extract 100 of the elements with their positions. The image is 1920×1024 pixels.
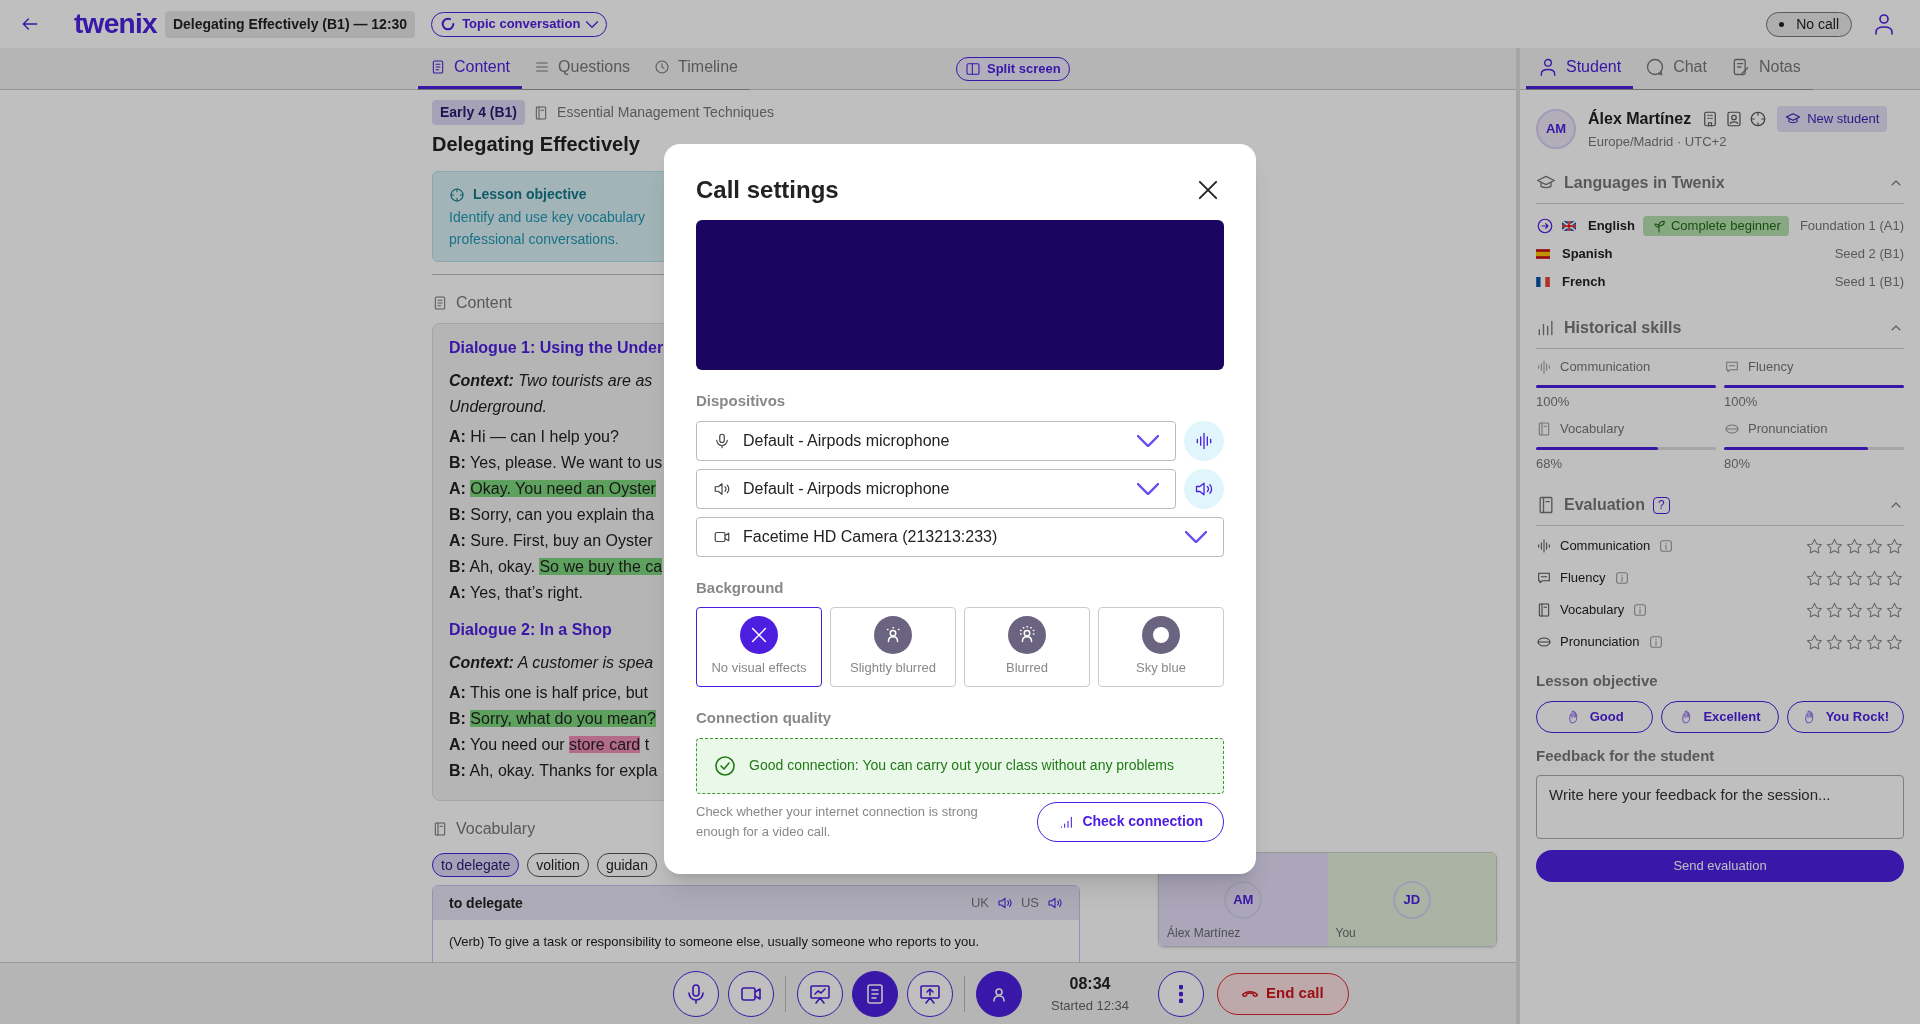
phone-icon — [1242, 990, 1259, 997]
context-text: Context: A customer is spea — [449, 653, 654, 673]
book-icon — [1536, 420, 1552, 437]
star-icon[interactable] — [1885, 568, 1904, 588]
sound-wave-icon — [1536, 538, 1552, 554]
participant-name: You — [1335, 925, 1356, 942]
info-icon — [1658, 538, 1675, 554]
content-tab[interactable]: Timeline — [642, 48, 750, 89]
dialogue-line: A: Yes, that’s right. — [449, 583, 583, 603]
profile-button[interactable] — [1872, 12, 1896, 36]
target-icon — [449, 186, 465, 203]
definition-text: (Verb) To give a task or responsibility to someone else, usually someone who reports to you. — [448, 933, 981, 951]
star-icon[interactable] — [1805, 632, 1824, 652]
background-option[interactable]: No visual effects — [696, 607, 822, 687]
call-control-button[interactable] — [673, 970, 719, 1017]
play-audio-button[interactable] — [1047, 895, 1063, 911]
book-icon — [432, 821, 448, 837]
chevron-down-icon — [586, 20, 599, 28]
objective-text: Identify and use key vocabulary — [449, 208, 647, 227]
vocabulary-chip[interactable]: guidan — [596, 853, 657, 877]
star-icon[interactable] — [1805, 568, 1824, 588]
play-audio-button[interactable] — [996, 895, 1013, 911]
student-badge: New student — [1777, 106, 1888, 132]
field-label: Feedback for the student — [1536, 745, 1716, 766]
star-icon[interactable] — [1825, 632, 1844, 652]
dialogue-line: A: Okay. You need an Oyster — [449, 479, 656, 499]
star-icon[interactable] — [1885, 536, 1904, 556]
star-icon[interactable] — [1865, 600, 1884, 620]
language-level: Seed 1 (B1) — [1834, 273, 1904, 292]
side-tab[interactable]: Notas — [1718, 48, 1813, 89]
device-dropdown[interactable]: Facetime HD Camera (213213:233) — [696, 516, 1224, 557]
star-icon[interactable] — [1845, 568, 1864, 588]
vocabulary-chip[interactable]: to delegate — [432, 853, 520, 877]
star-icon[interactable] — [1845, 632, 1864, 652]
speaker-icon — [1047, 895, 1063, 911]
call-status-pill: No call — [1766, 11, 1852, 37]
call-control-button[interactable] — [797, 970, 843, 1017]
background-option[interactable]: Sky blue — [1098, 607, 1224, 687]
call-control-button[interactable] — [976, 970, 1022, 1017]
star-icon[interactable] — [1825, 600, 1844, 620]
device-dropdown[interactable]: Default - Airpods microphone — [696, 420, 1176, 461]
avatar: AM — [1224, 880, 1263, 919]
star-icon[interactable] — [1885, 632, 1904, 652]
background-option[interactable]: Blurred — [964, 607, 1090, 687]
skill-name: Fluency — [1748, 358, 1794, 376]
user-icon — [1538, 57, 1558, 77]
criterion-name: Vocabulary — [1560, 601, 1625, 620]
background-option[interactable]: Slightly blurred — [830, 607, 956, 687]
document-icon — [430, 59, 446, 75]
device-test-button[interactable] — [1184, 420, 1224, 461]
end-call-button[interactable]: End call — [1217, 972, 1349, 1015]
send-evaluation-button[interactable]: Send evaluation — [1536, 850, 1904, 882]
elapsed-time: 08:34 — [1069, 973, 1111, 994]
arrow-circle-icon — [1536, 217, 1554, 235]
star-icon[interactable] — [1885, 600, 1904, 620]
chat-bubble-icon — [1645, 57, 1666, 77]
section-heading: Content — [456, 293, 513, 313]
objective-heading: Lesson objective — [473, 185, 587, 204]
star-icon[interactable] — [1805, 536, 1824, 556]
dialogue-line: A: This one is half price, but — [449, 683, 648, 703]
star-icon[interactable] — [1865, 568, 1884, 588]
vocabulary-chip[interactable]: volition — [527, 853, 589, 877]
feedback-field[interactable]: Write here your feedback for the session... — [1536, 775, 1904, 839]
star-icon[interactable] — [1825, 568, 1844, 588]
content-tab[interactable]: Questions — [522, 48, 643, 89]
language-name: French — [1562, 273, 1606, 292]
rating-button[interactable]: Good — [1536, 700, 1654, 733]
dialogue-line: B: Yes, please. We want to us — [449, 453, 663, 473]
star-icon[interactable] — [1865, 536, 1884, 556]
star-icon[interactable] — [1825, 536, 1844, 556]
side-tab[interactable]: Chat — [1633, 48, 1719, 89]
document-icon — [432, 295, 448, 311]
criterion-name: Fluency — [1560, 569, 1606, 588]
rating-button[interactable]: You Rock! — [1786, 700, 1904, 733]
section-heading: Languages in Twenix — [1564, 173, 1725, 193]
uk-flag-icon — [1562, 221, 1576, 231]
lesson-title: Delegating Effectively — [432, 132, 641, 157]
star-icon[interactable] — [1845, 536, 1864, 556]
level-badge: Early 4 (B1) — [432, 100, 526, 125]
split-screen-button[interactable]: Split screen — [955, 56, 1070, 81]
star-icon[interactable] — [1805, 600, 1824, 620]
call-control-button[interactable] — [852, 970, 898, 1017]
star-icon[interactable] — [1845, 600, 1864, 620]
call-control-button[interactable] — [728, 970, 774, 1017]
chevron-down-icon — [1185, 530, 1207, 543]
help-badge[interactable]: ? — [1652, 496, 1670, 514]
dialog-title: Call settings — [696, 175, 839, 205]
rating-button[interactable]: Excellent — [1661, 700, 1779, 733]
side-tab[interactable]: Student — [1526, 48, 1634, 89]
skill-value: 68% — [1536, 454, 1564, 473]
star-icon[interactable] — [1865, 632, 1884, 652]
call-control-button[interactable] — [907, 970, 953, 1017]
info-icon — [1632, 602, 1649, 618]
chevron-down-icon — [1137, 482, 1159, 495]
timezone: Europe/Madrid · UTC+2 — [1588, 132, 1728, 151]
device-test-button[interactable] — [1184, 468, 1224, 509]
accent-label: UK — [970, 894, 989, 913]
device-dropdown[interactable]: Default - Airpods microphone — [696, 468, 1176, 509]
language-name: Spanish — [1562, 245, 1613, 264]
criterion-name: Communication — [1560, 537, 1651, 556]
